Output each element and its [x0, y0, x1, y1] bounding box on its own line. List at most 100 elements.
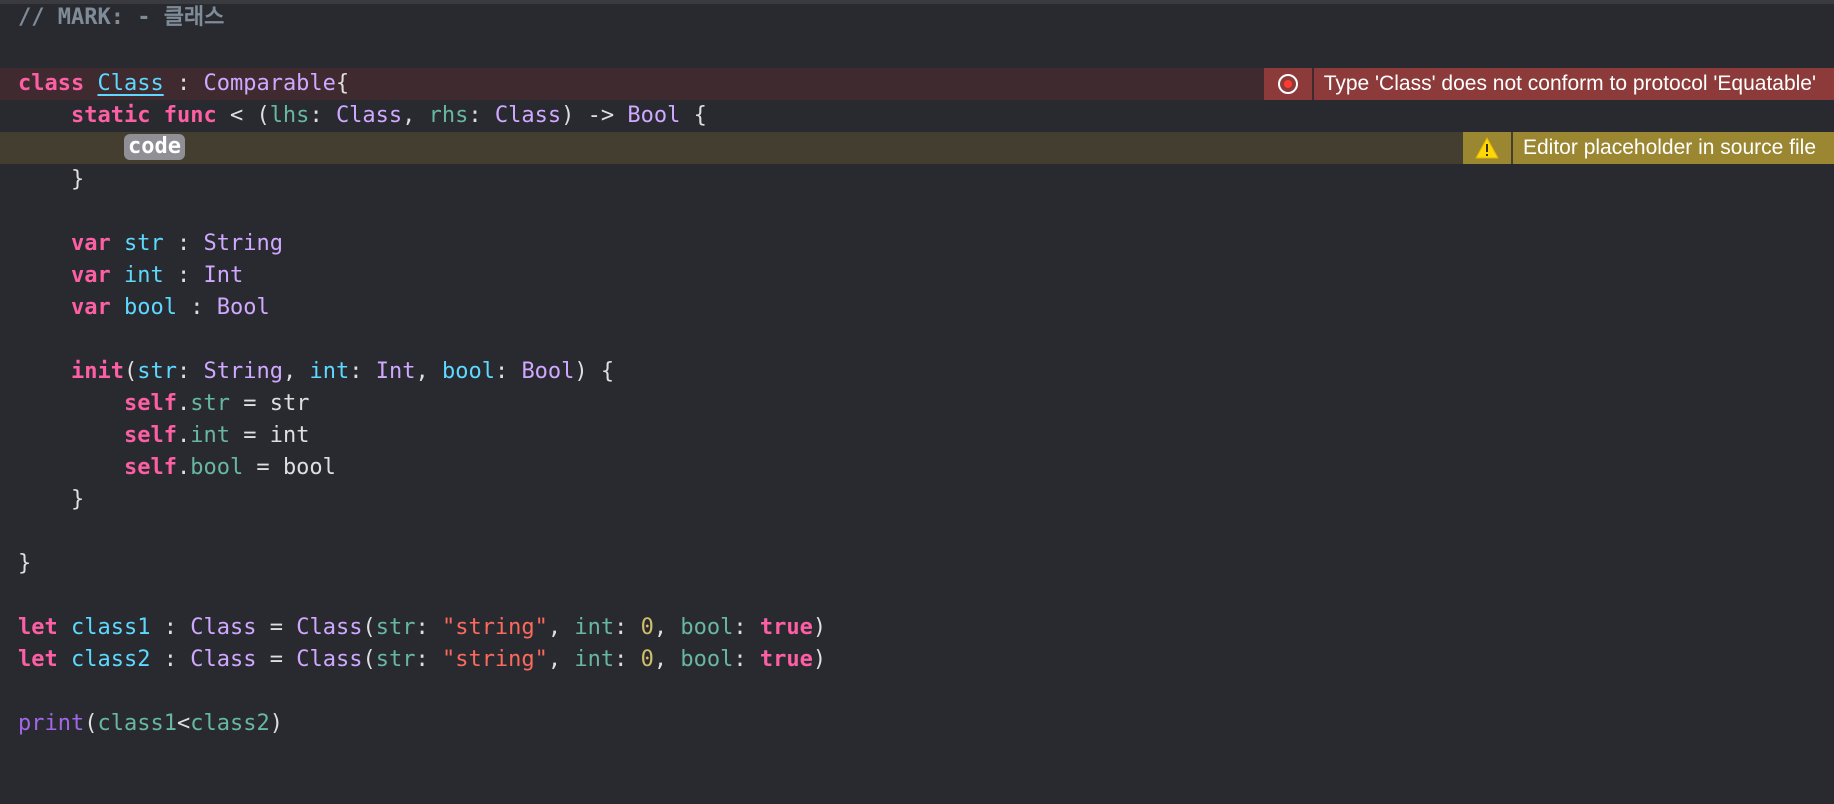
type-name: Class: [494, 103, 562, 128]
property-name: bool: [123, 295, 177, 320]
number-literal: 0: [640, 615, 654, 640]
arg-label: int: [574, 615, 615, 640]
variable-name: class1: [71, 615, 151, 640]
assign: =: [229, 391, 270, 416]
separator: :: [150, 647, 191, 672]
brace: }: [70, 487, 85, 512]
error-message: Type 'Class' does not conform to protoco…: [1313, 68, 1834, 100]
keyword: var: [70, 263, 111, 288]
separator: :: [176, 295, 217, 320]
separator: :: [150, 615, 191, 640]
string-literal: "string": [441, 615, 548, 640]
colon: :: [349, 359, 376, 384]
type-name: Bool: [521, 359, 575, 384]
class-name[interactable]: Class: [97, 71, 163, 96]
number-literal: 0: [640, 647, 654, 672]
keyword: var: [70, 295, 111, 320]
error-circle-icon[interactable]: [1263, 68, 1312, 100]
brace: {: [335, 71, 350, 96]
mark-comment: // MARK: - 클래스: [18, 5, 225, 30]
warning-issue-badge[interactable]: Editor placeholder in source file: [1463, 132, 1834, 164]
colon: :: [176, 359, 204, 384]
comma: ,: [547, 647, 575, 672]
type-name: Class: [335, 103, 403, 128]
param-name: str: [137, 359, 177, 384]
property-name: str: [123, 231, 164, 256]
bool-literal: true: [759, 615, 813, 640]
comma: ,: [547, 615, 575, 640]
paren: ): [812, 647, 827, 672]
colon: :: [494, 359, 522, 384]
code-line-close-func: }: [0, 164, 1834, 196]
code-line-var-bool: var bool : Bool: [0, 292, 1834, 324]
arg-label: bool: [680, 615, 734, 640]
code-line-mark: // MARK: - 클래스: [0, 2, 1834, 34]
type-name: Class: [190, 615, 257, 640]
comma: ,: [653, 615, 681, 640]
value: str: [269, 391, 310, 416]
property-ref: bool: [190, 455, 244, 480]
value: int: [269, 423, 310, 448]
separator: :: [163, 263, 204, 288]
code-line-self-bool: self.bool = bool: [0, 452, 1834, 484]
dot: .: [176, 391, 191, 416]
paren: (: [362, 615, 376, 640]
warning-triangle-icon[interactable]: [1463, 132, 1511, 164]
brace: {: [680, 103, 707, 128]
assign: =: [243, 455, 283, 480]
protocol-name: Comparable: [203, 71, 336, 96]
code-line-print: print(class1<class2): [0, 708, 1834, 740]
property-ref: int: [190, 423, 230, 448]
error-issue-badge[interactable]: Type 'Class' does not conform to protoco…: [1263, 68, 1834, 100]
code-line-var-int: var int : Int: [0, 260, 1834, 292]
type-name: String: [203, 231, 283, 256]
type-name: Int: [375, 359, 416, 384]
code-editor[interactable]: // MARK: - 클래스 class Class : Comparable{…: [0, 0, 1834, 772]
code-line-self-str: self.str = str: [0, 388, 1834, 420]
keyword: class: [18, 71, 85, 96]
colon: :: [415, 615, 442, 640]
paren-brace: ) {: [574, 359, 615, 384]
colon: :: [733, 647, 760, 672]
paren: ): [269, 711, 283, 736]
property-name: int: [123, 263, 164, 288]
variable-ref: class2: [190, 711, 270, 736]
keyword: func: [163, 103, 217, 128]
keyword: self: [123, 423, 177, 448]
type-name: Int: [203, 263, 244, 288]
comma: ,: [402, 103, 429, 128]
warning-message: Editor placeholder in source file: [1513, 132, 1834, 164]
value: bool: [282, 455, 336, 480]
paren: ): [812, 615, 827, 640]
param-name: rhs: [428, 103, 469, 128]
bool-literal: true: [759, 647, 813, 672]
keyword: init: [70, 359, 124, 384]
property-ref: str: [190, 391, 230, 416]
arg-label: int: [574, 647, 615, 672]
variable-ref: class1: [97, 711, 177, 736]
colon: :: [309, 103, 336, 128]
dot: .: [176, 423, 191, 448]
code-line-close-class: }: [0, 548, 1834, 580]
comma: ,: [415, 359, 442, 384]
type-name: String: [203, 359, 283, 384]
arg-label: bool: [680, 647, 734, 672]
comma: ,: [282, 359, 310, 384]
variable-name: class2: [71, 647, 151, 672]
separator: :: [163, 231, 204, 256]
comma: ,: [653, 647, 681, 672]
colon: :: [415, 647, 442, 672]
param-name: lhs: [269, 103, 310, 128]
function-name: print: [18, 711, 85, 736]
code-line-let-class2: let class2 : Class = Class(str: "string"…: [0, 644, 1834, 676]
keyword: var: [70, 231, 111, 256]
code-line-init: init(str: String, int: Int, bool: Bool) …: [0, 356, 1834, 388]
operator: <: [176, 711, 191, 736]
editor-placeholder-token[interactable]: code: [123, 134, 185, 160]
constructor: Class: [296, 647, 363, 672]
paren: (: [362, 647, 376, 672]
paren: (: [84, 711, 98, 736]
brace: }: [18, 551, 32, 576]
type-name: Class: [190, 647, 257, 672]
param-name: int: [309, 359, 350, 384]
